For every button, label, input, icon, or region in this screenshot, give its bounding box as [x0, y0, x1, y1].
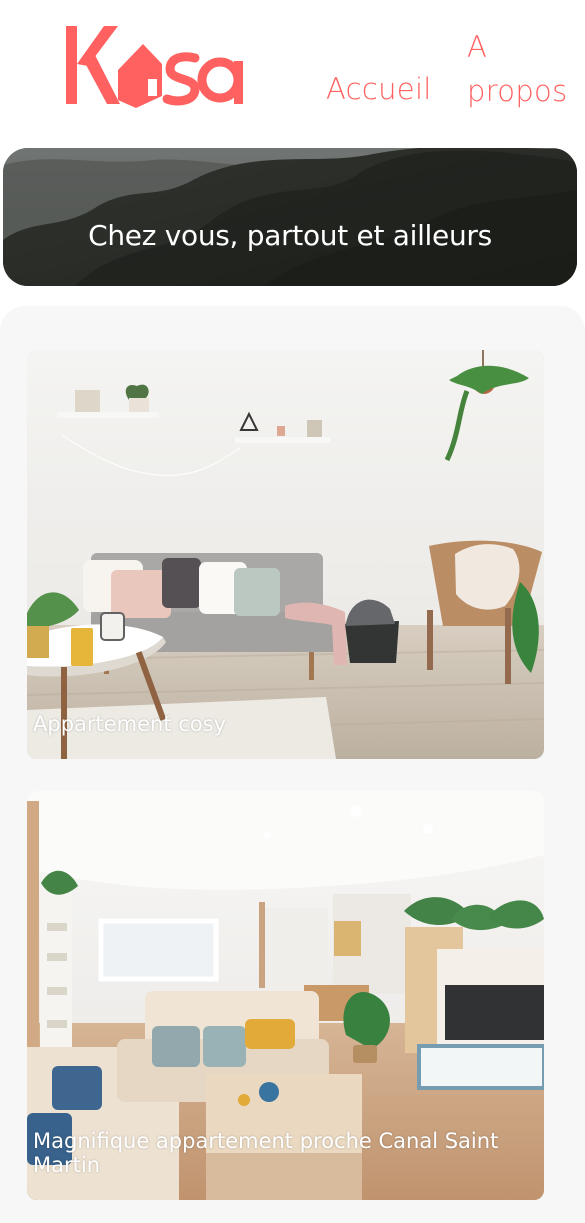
site-header: Accueil A propos: [0, 0, 585, 140]
card-title: Appartement cosy: [33, 711, 227, 736]
logo-mark: [66, 26, 243, 108]
rental-card[interactable]: Magnifique appartement proche Canal Sain…: [27, 791, 544, 1200]
rental-card[interactable]: Appartement cosy: [27, 350, 544, 759]
kasa-logo[interactable]: [64, 22, 244, 112]
card-title: Magnifique appartement proche Canal Sain…: [33, 1128, 499, 1177]
nav-link-a-propos[interactable]: A propos: [467, 25, 577, 113]
hero-banner: Chez vous, partout et ailleurs: [3, 148, 577, 286]
gallery: Appartement cosy Magnifique appartement …: [0, 306, 585, 1223]
nav-link-accueil[interactable]: Accueil: [326, 67, 432, 111]
living-room-image-cosy: [27, 350, 544, 759]
banner-title: Chez vous, partout et ailleurs: [88, 219, 492, 253]
house-icon: [118, 44, 162, 108]
